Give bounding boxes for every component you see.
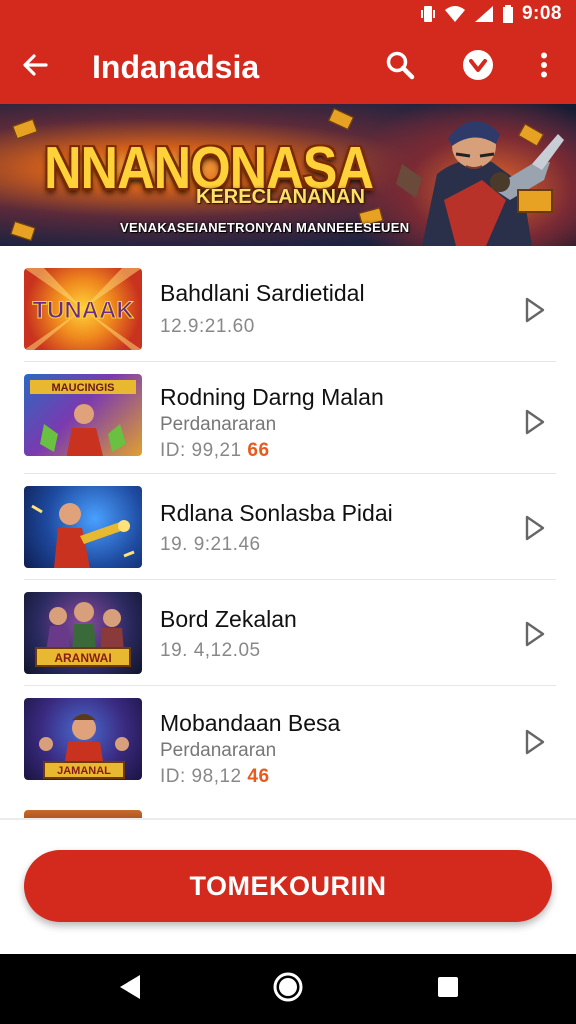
- item-title: Bahdlani Sardietidal: [160, 280, 365, 306]
- coin-tile-decoration: [328, 108, 354, 130]
- svg-text:JAMANAL: JAMANAL: [57, 765, 111, 777]
- item-meta: ID: 99,21 66: [160, 440, 270, 462]
- chevron-badge-icon: [462, 49, 494, 86]
- signal-icon: [474, 5, 494, 23]
- game-thumbnail-partial: [24, 810, 142, 818]
- list-item[interactable]: ARANWAI Bord Zekalan 19. 4,12.05: [0, 580, 576, 686]
- search-button[interactable]: [378, 46, 422, 88]
- item-meta: 19. 9:21.46: [160, 534, 261, 556]
- item-meta-text: 19. 4,12.05: [160, 640, 261, 661]
- banner-subtitle: KERECLANANAN: [196, 186, 365, 208]
- svg-text:ARANWAI: ARANWAI: [54, 651, 111, 665]
- item-title: Rodning Darng Malan: [160, 384, 384, 410]
- system-nav-bar: [0, 954, 576, 1024]
- list-item[interactable]: Rdlana Sonlasba Pidai 19. 9:21.46: [0, 474, 576, 580]
- svg-text:TUNAAK: TUNAAK: [32, 297, 134, 324]
- nav-back-icon: [118, 974, 142, 1005]
- item-subtitle: Perdanararan: [160, 414, 277, 435]
- item-meta: ID: 98,12 46: [160, 766, 270, 788]
- status-icons: 9:08: [420, 3, 562, 25]
- play-chevron-icon[interactable]: [522, 408, 548, 436]
- item-meta-text: 12.9:21.60: [160, 316, 255, 337]
- battery-icon: [502, 5, 514, 23]
- item-title: Mobandaan Besa: [160, 710, 341, 736]
- play-chevron-icon[interactable]: [522, 620, 548, 648]
- game-thumbnail-3: [24, 486, 142, 568]
- primary-action-button[interactable]: TOMEKOURIIN: [24, 850, 552, 922]
- vibrate-icon: [420, 5, 436, 23]
- list-item[interactable]: JAMANAL Mobandaan Besa Perdanararan ID: …: [0, 686, 576, 798]
- nav-home-button[interactable]: [266, 970, 310, 1008]
- svg-text:MAUCINGIS: MAUCINGIS: [52, 382, 115, 394]
- play-chevron-icon[interactable]: [522, 296, 548, 324]
- bottom-separator: [0, 818, 576, 820]
- status-bar: 9:08: [0, 0, 576, 28]
- arrow-back-icon: [21, 51, 49, 84]
- nav-home-icon: [272, 971, 304, 1008]
- hero-warrior-illustration: [396, 120, 564, 246]
- item-meta-text: ID: 98,12: [160, 766, 242, 787]
- app-bar: Indanadsia: [0, 28, 576, 104]
- item-subtitle: Perdanararan: [160, 740, 277, 761]
- game-list: TUNAAK Bahdlani Sardietidal 12.9:21.60 M…: [0, 258, 576, 818]
- list-item[interactable]: TUNAAK Bahdlani Sardietidal 12.9:21.60: [0, 258, 576, 362]
- promo-banner[interactable]: NNANONASA KERECLANANAN VENAKASEIANETRONY…: [0, 104, 576, 246]
- item-title: Bord Zekalan: [160, 606, 297, 632]
- item-meta-text: 19. 9:21.46: [160, 534, 261, 555]
- play-chevron-icon[interactable]: [522, 514, 548, 542]
- item-price: 46: [247, 766, 270, 787]
- game-thumbnail-4: ARANWAI: [24, 592, 142, 674]
- item-meta: 19. 4,12.05: [160, 640, 261, 662]
- nav-back-button[interactable]: [110, 972, 150, 1006]
- list-item[interactable]: MAUCINGIS Rodning Darng Malan Perdanarar…: [0, 362, 576, 474]
- play-chevron-icon[interactable]: [522, 728, 548, 756]
- app-title: Indanadsia: [92, 49, 260, 85]
- nav-recents-button[interactable]: [428, 972, 468, 1006]
- game-thumbnail-2: MAUCINGIS: [24, 374, 142, 456]
- coin-tile-decoration: [10, 220, 36, 242]
- item-title: Rdlana Sonlasba Pidai: [160, 500, 393, 526]
- banner-tagline: VENAKASEIANETRONYAN MANNEEESEUEN: [120, 220, 410, 235]
- item-meta: 12.9:21.60: [160, 316, 255, 338]
- wifi-icon: [444, 5, 466, 23]
- more-vert-icon: [540, 52, 548, 83]
- item-price: 66: [247, 440, 270, 461]
- game-thumbnail-5: JAMANAL: [24, 698, 142, 780]
- back-button[interactable]: [14, 46, 56, 88]
- coin-tile-decoration: [12, 118, 38, 140]
- nav-recents-icon: [436, 975, 460, 1004]
- status-time: 9:08: [521, 3, 562, 24]
- badge-button[interactable]: [456, 46, 500, 88]
- more-options-button[interactable]: [524, 46, 564, 88]
- game-thumbnail-1: TUNAAK: [24, 268, 142, 350]
- search-icon: [385, 50, 415, 85]
- item-meta-text: ID: 99,21: [160, 440, 242, 461]
